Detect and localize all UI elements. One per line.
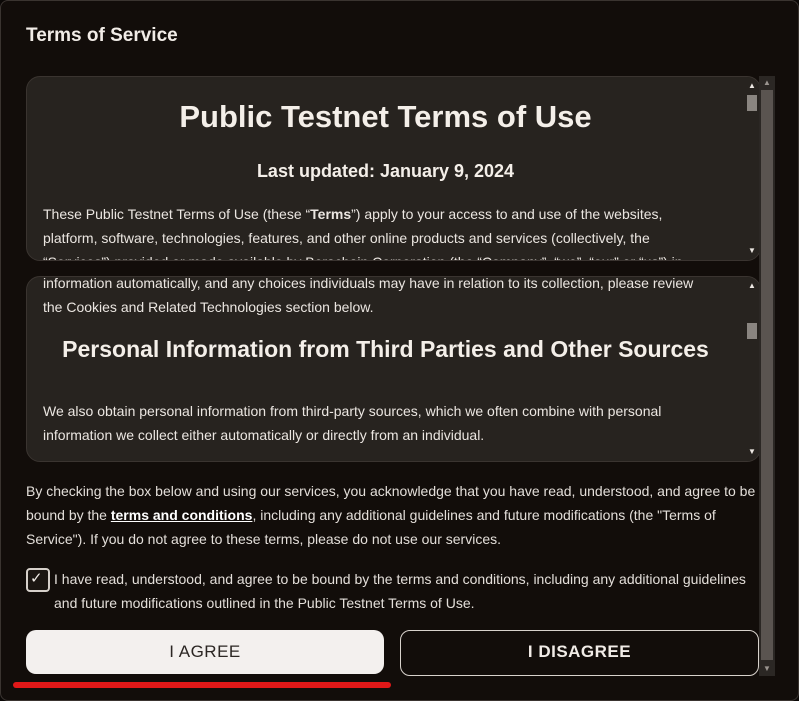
terms-heading: Public Testnet Terms of Use [179, 99, 592, 134]
privacy-paragraph: We also obtain personal information from… [43, 399, 730, 447]
scroll-down-icon[interactable]: ▼ [744, 244, 760, 258]
agree-button[interactable]: I AGREE [26, 630, 384, 674]
scroll-up-icon[interactable]: ▲ [744, 279, 760, 293]
checkbox-label[interactable]: I have read, understood, and agree to be… [54, 567, 759, 615]
terms-scroll-thumb[interactable] [747, 95, 757, 111]
terms-scrollbar[interactable]: ▲ ▼ [744, 77, 760, 260]
privacy-line-2: the Cookies and Related Technologies sec… [43, 299, 374, 315]
terms-panel[interactable]: Public Testnet Terms of Use Last updated… [26, 76, 761, 261]
privacy-intro: information automatically, and any choic… [43, 277, 730, 319]
terms-line1-pre: These Public Testnet Terms of Use (these… [43, 206, 311, 222]
terms-updated-date: Last updated: January 9, 2024 [256, 161, 515, 181]
scroll-up-icon[interactable]: ▲ [744, 79, 760, 93]
highlight-underline [13, 682, 391, 688]
privacy-scrollbar[interactable]: ▲ ▼ [744, 277, 760, 461]
check-icon: ✓ [30, 570, 43, 587]
terms-line2: platform, software, technologies, featur… [43, 230, 650, 246]
terms-link[interactable]: terms and conditions [111, 507, 253, 523]
scroll-down-icon[interactable]: ▼ [744, 445, 760, 459]
scroll-up-icon[interactable]: ▲ [759, 76, 775, 90]
disagree-button[interactable]: I DISAGREE [400, 630, 759, 676]
terms-line1-post: ”) apply to your access to and use of th… [351, 206, 663, 222]
dialog-title: Terms of Service [26, 25, 178, 46]
privacy-panel[interactable]: information automatically, and any choic… [26, 276, 761, 462]
terms-bold-term: Terms [310, 206, 352, 222]
terms-line3: “Services”) provided or made available b… [43, 250, 730, 260]
privacy-scroll-thumb[interactable] [747, 323, 757, 339]
dialog-scroll-thumb[interactable] [761, 90, 773, 660]
terms-dialog: Terms of Service Public Testnet Terms of… [0, 0, 799, 701]
terms-paragraph: These Public Testnet Terms of Use (these… [43, 202, 730, 260]
scroll-down-icon[interactable]: ▼ [759, 662, 775, 676]
privacy-para-line1: We also obtain personal information from… [43, 403, 662, 419]
privacy-line-top: information automatically, and any choic… [43, 277, 694, 291]
agree-checkbox[interactable]: ✓ [26, 568, 50, 592]
privacy-heading: Personal Information from Third Parties … [62, 336, 709, 362]
consent-text: By checking the box below and using our … [26, 479, 758, 551]
dialog-scrollbar[interactable]: ▲ ▼ [759, 76, 775, 676]
privacy-para-line2: information we collect either automatica… [43, 427, 485, 443]
